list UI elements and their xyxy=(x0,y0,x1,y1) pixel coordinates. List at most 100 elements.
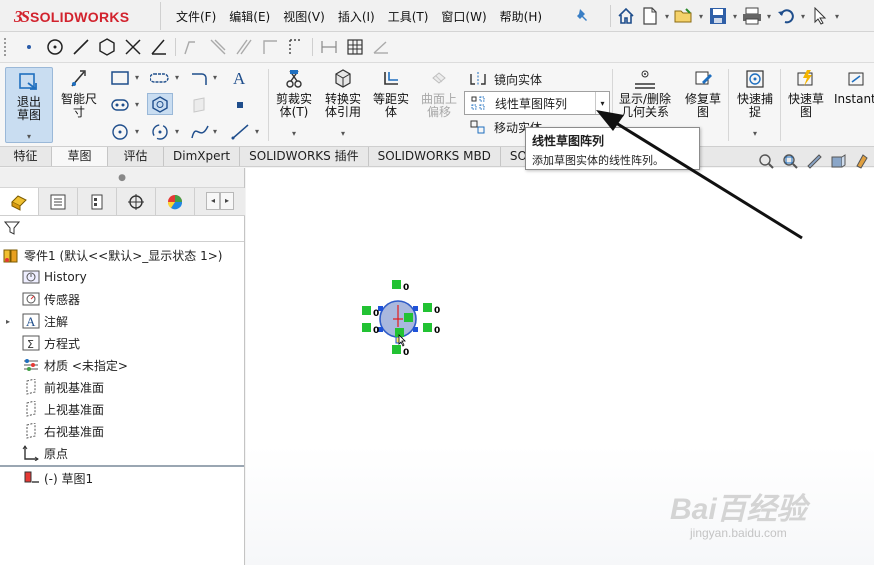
ellipse-icon[interactable] xyxy=(147,121,173,143)
dotted-line-icon[interactable] xyxy=(283,35,309,59)
straight-slot-dropdown[interactable]: ▾ xyxy=(135,100,139,109)
offset-entities-button[interactable]: 等距实体 xyxy=(368,67,414,143)
menu-insert[interactable]: 插入(I) xyxy=(338,8,375,25)
offset-on-surface-button[interactable]: 曲面上偏移 xyxy=(416,67,462,143)
linear-pattern-button[interactable]: 线性草图阵列 ▾ xyxy=(464,91,610,115)
mirror-entities-button[interactable]: 镜向实体 xyxy=(464,67,610,91)
rapid-sketch-button[interactable]: 快速草图 xyxy=(784,67,828,143)
ellipse-dropdown[interactable]: ▾ xyxy=(175,127,179,136)
relation-marker-icon[interactable] xyxy=(362,306,371,315)
select-dropdown[interactable]: ▾ xyxy=(832,12,842,21)
relation-marker-icon[interactable] xyxy=(362,323,371,332)
line-icon[interactable] xyxy=(68,35,94,59)
circle-tool-icon[interactable] xyxy=(107,121,133,143)
section-view-icon[interactable] xyxy=(826,151,850,171)
menu-edit[interactable]: 编辑(E) xyxy=(229,8,270,25)
tree-item-top-plane[interactable]: 上视基准面 xyxy=(0,398,244,420)
plane-tool-icon[interactable] xyxy=(187,94,213,116)
toolbar-grip[interactable] xyxy=(4,38,7,56)
polygon-icon[interactable] xyxy=(94,35,120,59)
menu-window[interactable]: 窗口(W) xyxy=(441,8,486,25)
point-tool-icon[interactable] xyxy=(227,94,253,116)
quick-snaps-dropdown[interactable]: ▾ xyxy=(732,127,778,140)
parallel-icon[interactable] xyxy=(231,35,257,59)
circle-handle[interactable] xyxy=(413,306,418,311)
configuration-manager-tab[interactable] xyxy=(78,188,117,215)
previous-view-icon[interactable] xyxy=(802,151,826,171)
home-icon[interactable] xyxy=(614,4,638,28)
tree-item-sensors[interactable]: 传感器 xyxy=(0,288,244,310)
display-manager-tab[interactable] xyxy=(156,188,195,215)
trim-icon[interactable] xyxy=(120,35,146,59)
relation-marker-icon[interactable] xyxy=(392,345,401,354)
solidworks-logo[interactable]: 3S SOLIDWORKS xyxy=(14,7,129,27)
feature-manager-tab[interactable] xyxy=(0,188,39,215)
linear-pattern-dropdown[interactable]: ▾ xyxy=(595,92,609,114)
menu-file[interactable]: 文件(F) xyxy=(176,8,216,25)
tab-dimxpert[interactable]: DimXpert xyxy=(164,147,241,166)
smart-dimension-button[interactable]: 智能尺寸 xyxy=(56,67,102,143)
exit-sketch-button[interactable]: 退出草图 ▾ xyxy=(5,67,53,143)
tree-item-origin[interactable]: 原点 xyxy=(0,442,244,464)
print-dropdown[interactable]: ▾ xyxy=(764,12,774,21)
print-icon[interactable] xyxy=(740,4,764,28)
arc-dropdown[interactable]: ▾ xyxy=(213,73,217,82)
arc-icon[interactable] xyxy=(187,67,213,89)
menu-help[interactable]: 帮助(H) xyxy=(500,8,542,25)
trim-dropdown[interactable]: ▾ xyxy=(272,127,316,140)
new-file-icon[interactable] xyxy=(638,4,662,28)
spline-dropdown[interactable]: ▾ xyxy=(213,127,217,136)
open-file-dropdown[interactable]: ▾ xyxy=(696,12,706,21)
select-cursor-icon[interactable] xyxy=(808,4,832,28)
tab-sketch[interactable]: 草图 xyxy=(52,147,108,166)
tab-evaluate[interactable]: 评估 xyxy=(108,147,164,166)
save-dropdown[interactable]: ▾ xyxy=(730,12,740,21)
slot-icon[interactable] xyxy=(147,67,173,89)
menu-tools[interactable]: 工具(T) xyxy=(388,8,429,25)
spline-icon[interactable] xyxy=(187,121,213,143)
dimension-icon[interactable] xyxy=(316,35,342,59)
undo-icon[interactable] xyxy=(774,4,798,28)
tree-filter-bar[interactable] xyxy=(0,216,244,242)
undo-dropdown[interactable]: ▾ xyxy=(798,12,808,21)
rectangle-icon[interactable] xyxy=(107,67,133,89)
tab-solidworks-mbd[interactable]: SOLIDWORKS MBD xyxy=(369,147,501,166)
circle-handle[interactable] xyxy=(413,327,418,332)
tree-item-history[interactable]: History xyxy=(0,266,244,288)
slot-dropdown[interactable]: ▾ xyxy=(175,73,179,82)
property-manager-tab[interactable] xyxy=(39,188,78,215)
text-icon[interactable]: A xyxy=(227,67,253,89)
save-icon[interactable] xyxy=(706,4,730,28)
view-orientation-icon[interactable] xyxy=(850,151,874,171)
convert-dropdown[interactable]: ▾ xyxy=(320,127,366,140)
grid-icon[interactable] xyxy=(342,35,368,59)
centerline-icon[interactable] xyxy=(227,121,253,143)
rectangle-dropdown[interactable]: ▾ xyxy=(135,73,139,82)
corner-icon[interactable] xyxy=(257,35,283,59)
new-file-dropdown[interactable]: ▾ xyxy=(662,12,672,21)
trim-entities-button[interactable]: 剪裁实体(T) ▾ xyxy=(272,67,316,143)
fillet-icon[interactable] xyxy=(179,35,205,59)
tree-item-front-plane[interactable]: 前视基准面 xyxy=(0,376,244,398)
tabs-scroll-right-icon[interactable]: ▸ xyxy=(220,192,234,210)
zoom-to-area-icon[interactable] xyxy=(778,151,802,171)
exit-sketch-dropdown[interactable]: ▾ xyxy=(6,130,52,143)
angle-icon[interactable] xyxy=(146,35,172,59)
point-icon[interactable] xyxy=(16,35,42,59)
sketch-circle-with-relations[interactable]: 0 0 0 0 0 0 xyxy=(355,275,455,365)
angle-dim-icon[interactable] xyxy=(368,35,394,59)
chamfer-icon[interactable] xyxy=(205,35,231,59)
tree-item-annotations[interactable]: ▸ A 注解 xyxy=(0,310,244,332)
instant2d-button[interactable]: Instant2D xyxy=(834,67,874,143)
quick-snaps-button[interactable]: 快速捕捉 ▾ xyxy=(732,67,778,143)
tree-root-part[interactable]: 零件1 (默认<<默认>_显示状态 1>) xyxy=(0,244,244,266)
dimxpert-manager-tab[interactable] xyxy=(117,188,156,215)
panel-handle[interactable]: ● xyxy=(0,168,244,188)
open-file-icon[interactable] xyxy=(672,4,696,28)
zoom-to-fit-icon[interactable] xyxy=(754,151,778,171)
tab-features[interactable]: 特征 xyxy=(0,147,52,166)
tree-item-equations[interactable]: Σ 方程式 xyxy=(0,332,244,354)
convert-entities-button[interactable]: 转换实体引用 ▾ xyxy=(320,67,366,143)
tree-item-sketch1[interactable]: (-) 草图1 xyxy=(0,467,244,489)
tree-item-material[interactable]: 材质 <未指定> xyxy=(0,354,244,376)
